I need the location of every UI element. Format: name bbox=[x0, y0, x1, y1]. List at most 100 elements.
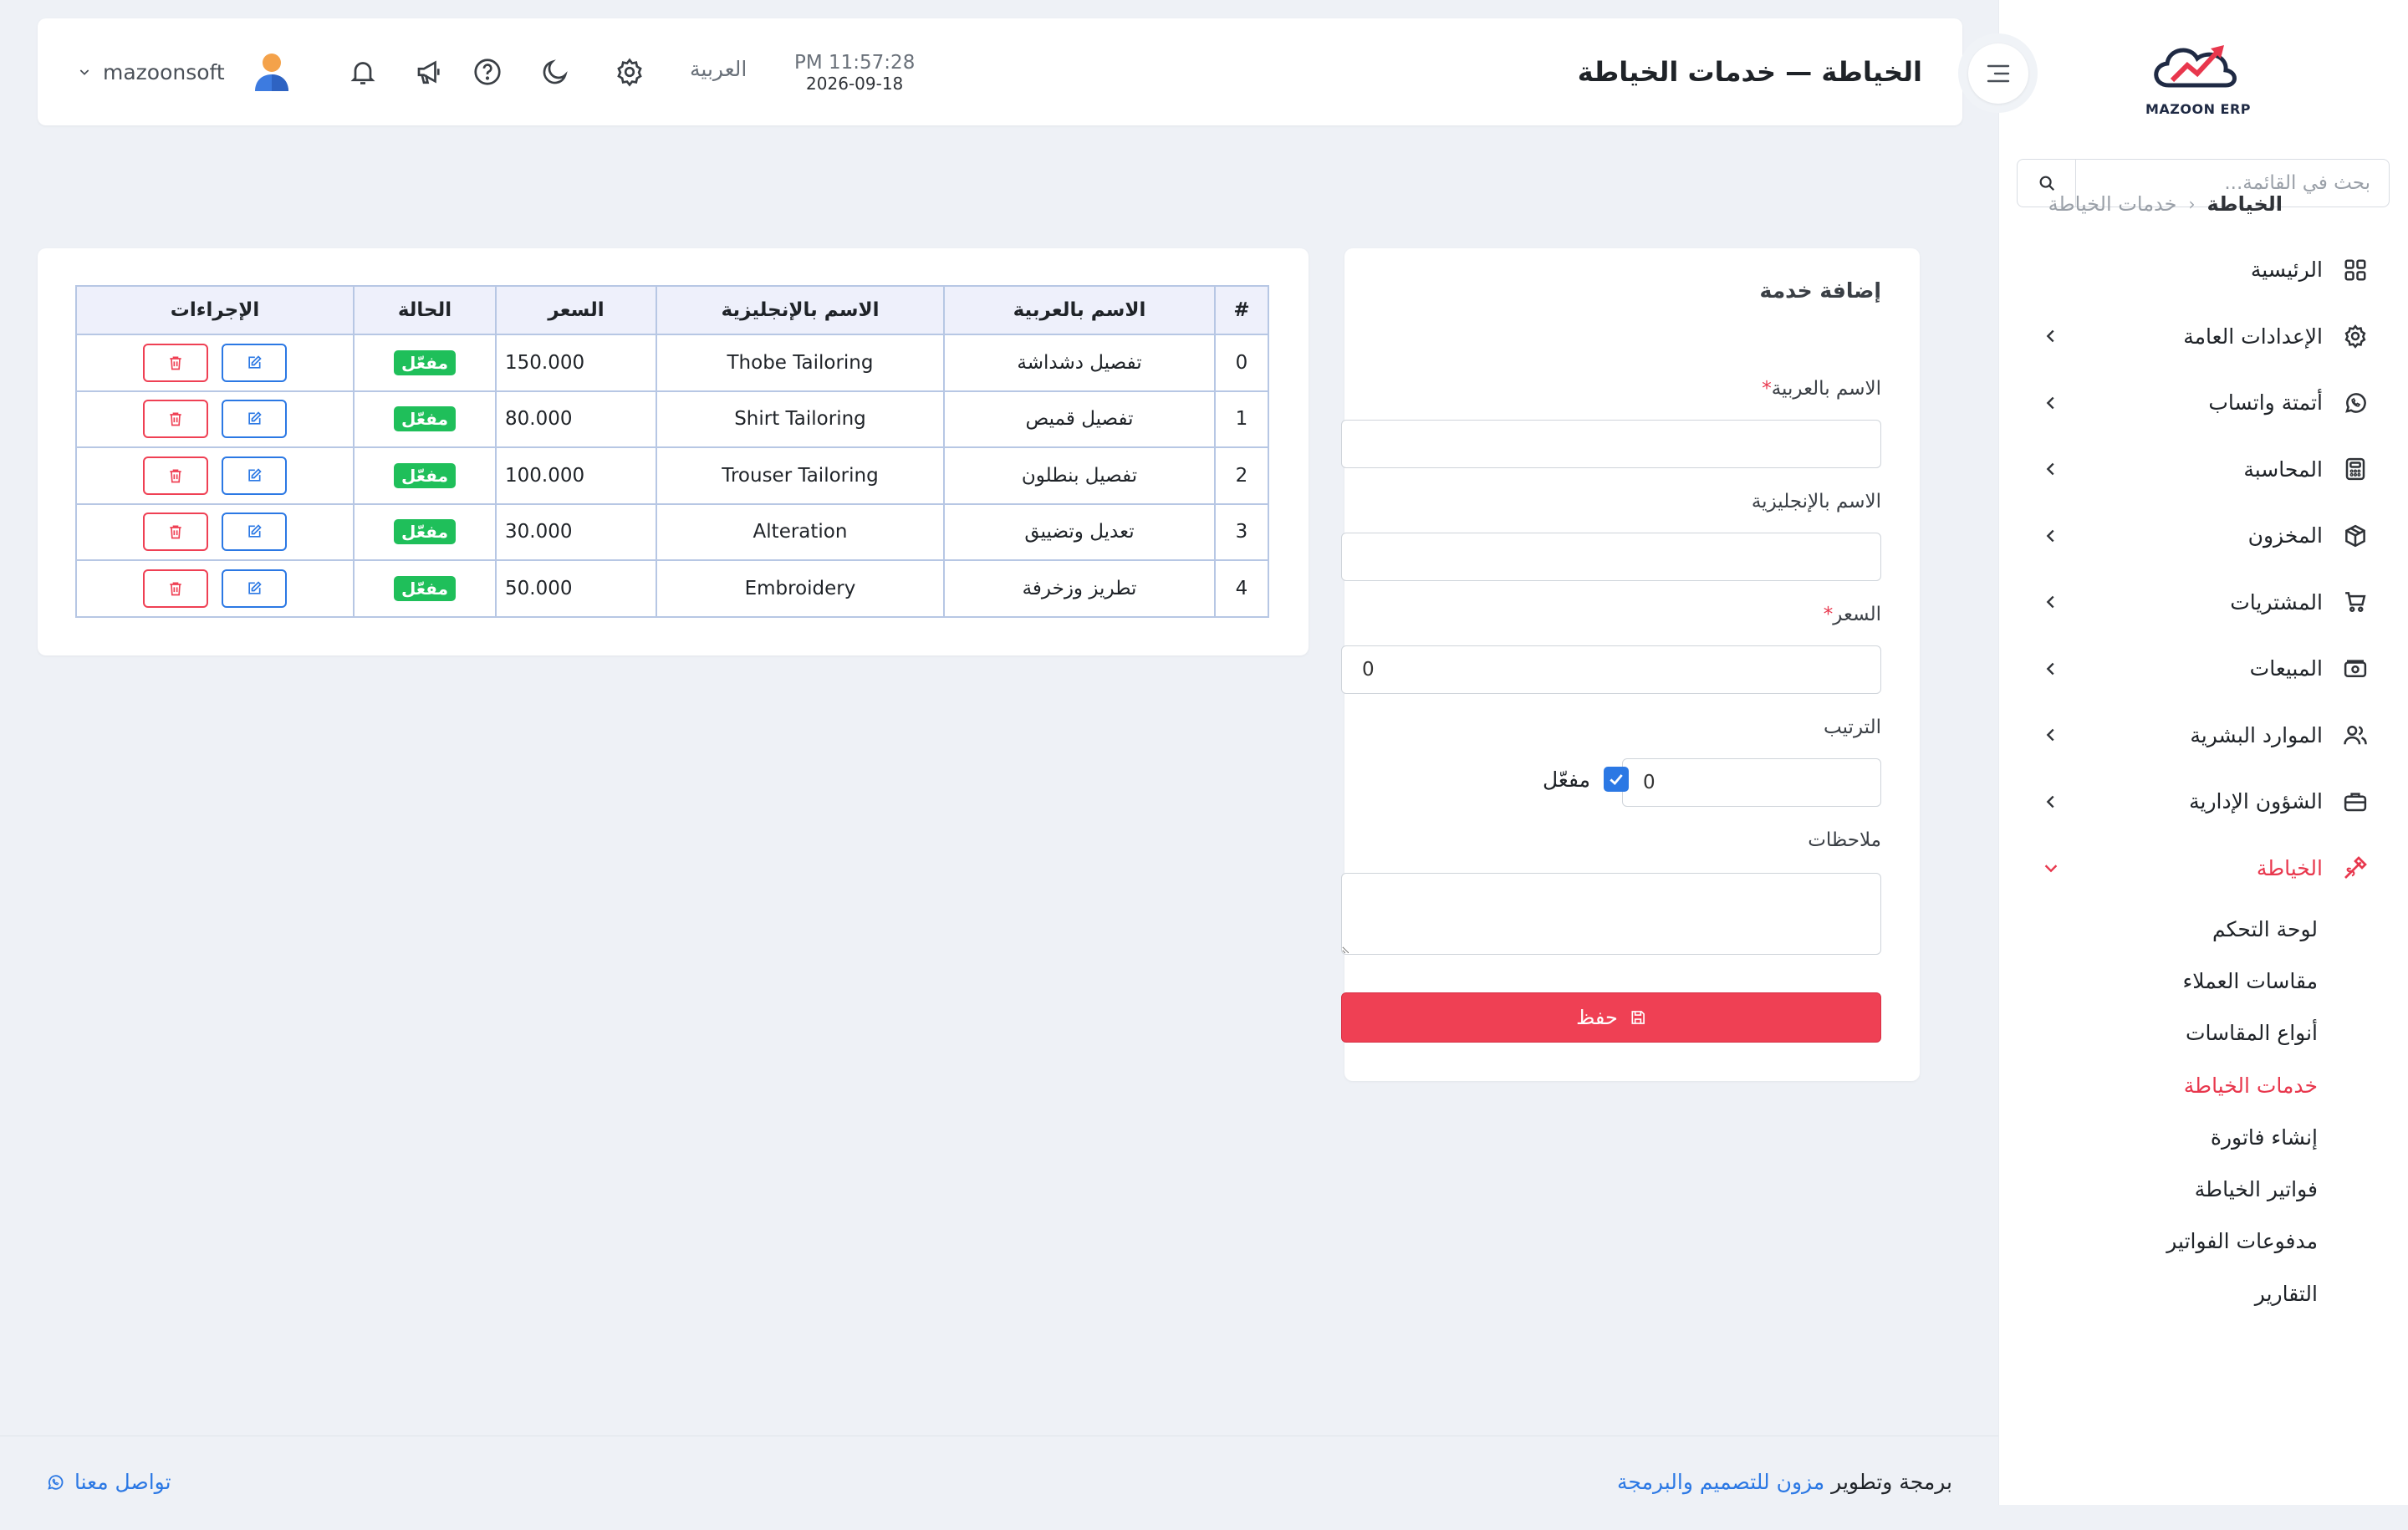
notifications-bell-icon[interactable] bbox=[344, 54, 381, 90]
delete-button[interactable] bbox=[143, 400, 208, 439]
edit-button[interactable] bbox=[222, 343, 287, 382]
brand-name: MAZOON ERP bbox=[2145, 101, 2252, 117]
edit-icon bbox=[248, 355, 262, 369]
col-actions: الإجراءات bbox=[75, 285, 355, 335]
chevron-left-icon bbox=[2042, 726, 2060, 744]
megaphone-icon[interactable] bbox=[411, 54, 447, 90]
nav-item-home[interactable]: الرئيسية bbox=[1998, 237, 2408, 303]
cell-name-en: Shirt Tailoring bbox=[656, 390, 945, 448]
nav-item-sales[interactable]: المبيعات bbox=[1998, 635, 2408, 702]
order-input[interactable] bbox=[1622, 758, 1881, 807]
help-icon[interactable] bbox=[469, 54, 506, 90]
nav-item-general-settings[interactable]: الإعدادات العامة bbox=[1998, 303, 2408, 370]
col-status: الحالة bbox=[353, 285, 497, 335]
cell-price: 50.000 bbox=[495, 559, 657, 618]
nav-item-accounting[interactable]: المحاسبة bbox=[1998, 436, 2408, 503]
sidebar-toggle-button[interactable] bbox=[1958, 33, 2038, 113]
sidebar-nav: الرئيسية الإعدادات العامة أتمتة واتساب ا… bbox=[1998, 237, 2408, 1319]
cell-actions bbox=[75, 334, 355, 392]
table-row: 0 تفصيل دشداشة Thobe Tailoring 150.000 م… bbox=[75, 334, 1269, 392]
nav-label: المبيعات bbox=[2249, 656, 2323, 681]
sub-item-customer-measurements[interactable]: مقاسات العملاء bbox=[1998, 955, 2408, 1007]
nav-item-tailoring[interactable]: الخياطة bbox=[1998, 835, 2408, 902]
clock-time: PM 11:57:28 bbox=[794, 52, 916, 74]
page-title: الخياطة — خدمات الخياطة bbox=[1577, 56, 1922, 88]
required-mark: * bbox=[1823, 604, 1834, 625]
name-ar-input[interactable] bbox=[1341, 420, 1881, 468]
status-badge: مفعّل bbox=[394, 575, 456, 601]
menu-lines-icon bbox=[1967, 43, 2028, 104]
services-table-card: # الاسم بالعربية الاسم بالإنجليزية السعر… bbox=[38, 248, 1309, 655]
sub-item-invoice-payments[interactable]: مدفوعات الفواتير bbox=[1998, 1216, 2408, 1267]
sub-item-tailoring-invoices[interactable]: فواتير الخياطة bbox=[1998, 1163, 2408, 1215]
nav-label: الإعدادات العامة bbox=[2183, 324, 2323, 349]
contact-us-link[interactable]: تواصل معنا bbox=[46, 1470, 171, 1494]
edit-button[interactable] bbox=[222, 456, 287, 495]
edit-button[interactable] bbox=[222, 400, 287, 439]
cell-name-ar: تفصيل قميص bbox=[943, 390, 1216, 448]
box-icon bbox=[2341, 522, 2370, 550]
nav-item-admin[interactable]: الشؤون الإدارية bbox=[1998, 768, 2408, 835]
edit-icon bbox=[248, 581, 262, 594]
delete-button[interactable] bbox=[143, 569, 208, 608]
sub-item-create-invoice[interactable]: إنشاء فاتورة bbox=[1998, 1111, 2408, 1163]
save-button[interactable]: حفظ bbox=[1341, 992, 1881, 1043]
cell-status: مفعّل bbox=[353, 446, 497, 505]
edit-button[interactable] bbox=[222, 569, 287, 608]
dark-mode-moon-icon[interactable] bbox=[537, 54, 574, 90]
enabled-label: مفعّل bbox=[1542, 767, 1590, 792]
brand-logo[interactable]: MAZOON ERP bbox=[2144, 33, 2252, 117]
delete-button[interactable] bbox=[143, 513, 208, 552]
notes-textarea[interactable] bbox=[1341, 873, 1881, 955]
sub-item-dashboard[interactable]: لوحة التحكم bbox=[1998, 903, 2408, 955]
enabled-checkbox-wrap[interactable]: مفعّل bbox=[1543, 767, 1629, 792]
delete-button[interactable] bbox=[143, 343, 208, 382]
sub-item-tailoring-services[interactable]: خدمات الخياطة bbox=[1998, 1059, 2408, 1111]
language-switcher[interactable]: العربية bbox=[690, 57, 747, 81]
cart-icon bbox=[2341, 588, 2370, 616]
whatsapp-icon bbox=[46, 1473, 64, 1492]
chevron-left-icon bbox=[2042, 593, 2060, 611]
cell-name-en: Trouser Tailoring bbox=[656, 446, 945, 505]
save-disk-icon bbox=[1630, 1009, 1646, 1026]
nav-label: الخياطة bbox=[2256, 855, 2323, 880]
nav-label: المحاسبة bbox=[2243, 456, 2323, 482]
status-badge: مفعّل bbox=[394, 406, 456, 432]
settings-gear-icon[interactable] bbox=[611, 54, 648, 90]
sub-item-reports[interactable]: التقارير bbox=[1998, 1267, 2408, 1319]
cell-actions bbox=[75, 390, 355, 448]
cell-index: 2 bbox=[1214, 446, 1269, 505]
name-en-input[interactable] bbox=[1341, 533, 1881, 581]
nav-item-inventory[interactable]: المخزون bbox=[1998, 502, 2408, 569]
cell-index: 0 bbox=[1214, 334, 1269, 392]
nav-item-whatsapp[interactable]: أتمتة واتساب bbox=[1998, 370, 2408, 436]
add-service-form: إضافة خدمة الاسم بالعربية* الاسم بالإنجل… bbox=[1341, 248, 1920, 1081]
table-row: 3 تعديل وتضييق Alteration 30.000 مفعّل bbox=[75, 502, 1269, 561]
top-header: الخياطة — خدمات الخياطة PM 11:57:28 2026… bbox=[38, 18, 1962, 125]
nav-item-hr[interactable]: الموارد البشرية bbox=[1998, 702, 2408, 769]
breadcrumb-root[interactable]: الخياطة bbox=[2206, 192, 2283, 216]
cell-name-en: Embroidery bbox=[656, 559, 945, 618]
table-row: 4 تطريز وزخرفة Embroidery 50.000 مفعّل bbox=[75, 559, 1269, 618]
required-mark: * bbox=[1762, 378, 1772, 400]
nav-item-purchases[interactable]: المشتريات bbox=[1998, 569, 2408, 636]
price-input[interactable] bbox=[1341, 645, 1881, 694]
nav-label: أتمتة واتساب bbox=[2208, 390, 2323, 416]
nav-label: الموارد البشرية bbox=[2190, 722, 2323, 747]
delete-button[interactable] bbox=[143, 456, 208, 495]
name-en-label: الاسم بالإنجليزية bbox=[1751, 491, 1881, 513]
edit-button[interactable] bbox=[222, 513, 287, 552]
user-menu[interactable]: mazoonsoft bbox=[78, 48, 290, 95]
sidebar: MAZOON ERP الرئيسية الإعدادات العامة أتم… bbox=[1998, 0, 2408, 1505]
price-label-text: السعر bbox=[1833, 604, 1881, 625]
briefcase-icon bbox=[2341, 788, 2370, 816]
nav-label: المخزون bbox=[2247, 523, 2323, 548]
cash-icon bbox=[2341, 655, 2370, 683]
cell-price: 150.000 bbox=[495, 334, 657, 392]
sub-item-measurement-types[interactable]: أنواع المقاسات bbox=[1998, 1007, 2408, 1059]
enabled-checkbox[interactable] bbox=[1604, 767, 1629, 792]
chevron-left-icon bbox=[2042, 327, 2060, 345]
credit-link[interactable]: مزون للتصميم والبرمجة bbox=[1617, 1470, 1824, 1494]
cell-index: 4 bbox=[1214, 559, 1269, 618]
name-ar-label-text: الاسم بالعربية bbox=[1771, 378, 1881, 400]
